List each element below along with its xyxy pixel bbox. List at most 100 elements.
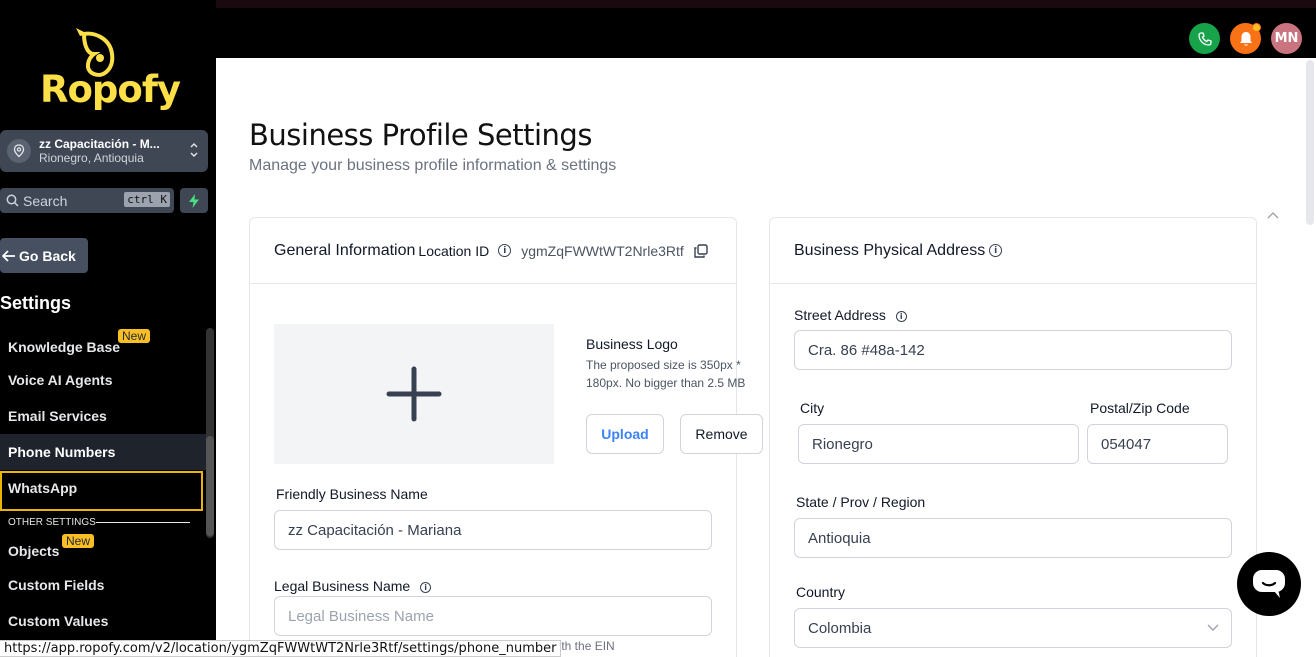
- notification-dot: [1252, 23, 1261, 32]
- sidebar-item-phone-numbers[interactable]: Phone Numbers: [0, 434, 206, 470]
- zip-field[interactable]: [1087, 424, 1228, 464]
- sidebar-item-voice-ai-agents[interactable]: Voice AI Agents: [0, 362, 206, 398]
- country-label: Country: [796, 584, 846, 600]
- search-shortcut: ctrl K: [124, 192, 170, 207]
- lightning-icon: [189, 193, 199, 208]
- street-address-label-text: Street Address: [794, 307, 886, 323]
- other-settings-divider: OTHER SETTINGS: [0, 513, 206, 531]
- chat-icon: [1253, 570, 1285, 598]
- card-header: General Information Location ID i ygmZqF…: [250, 218, 736, 284]
- search-input[interactable]: [23, 192, 133, 209]
- street-address-input[interactable]: [808, 341, 1231, 359]
- main-scrollbar[interactable]: [1306, 60, 1314, 225]
- sidebar-item-custom-values[interactable]: Custom Values: [0, 603, 206, 639]
- location-name: zz Capacitación - M...: [39, 137, 160, 151]
- location-id-value: ygmZqFWWtWT2Nrle3Rtf: [521, 242, 684, 259]
- sidebar-item-label: Custom Values: [8, 613, 109, 629]
- sidebar-item-label: Phone Numbers: [8, 444, 116, 460]
- chevron-up-icon[interactable]: [1267, 211, 1279, 219]
- friendly-name-input[interactable]: [288, 521, 711, 539]
- general-information-card: General Information Location ID i ygmZqF…: [249, 217, 763, 657]
- sidebar: Ropofy zz Capacitación - M... Rionegro, …: [0, 0, 216, 657]
- logo-hint-line: 180px. No bigger than 2.5 MB: [586, 376, 746, 390]
- arrow-left-icon: [2, 249, 15, 262]
- copy-icon[interactable]: [694, 243, 708, 258]
- street-address-field[interactable]: [794, 330, 1232, 370]
- sidebar-item-label: Objects: [8, 543, 60, 559]
- chevron-up-down-icon: [189, 141, 199, 161]
- brand-logo[interactable]: Ropofy: [40, 24, 181, 116]
- info-icon[interactable]: i: [498, 244, 512, 257]
- page-subtitle: Manage your business profile information…: [249, 157, 617, 174]
- search-icon: [6, 194, 19, 207]
- location-switcher[interactable]: zz Capacitación - M... Rionegro, Antioqu…: [0, 130, 208, 172]
- sidebar-item-label: Voice AI Agents: [8, 372, 113, 388]
- go-back-button[interactable]: Go Back: [0, 238, 88, 273]
- street-address-label: Street Address i: [794, 307, 907, 323]
- city-input[interactable]: [812, 435, 1078, 453]
- sidebar-item-email-services[interactable]: Email Services: [0, 398, 206, 434]
- card-title: General Information: [274, 241, 416, 259]
- phone-icon: [1197, 31, 1212, 46]
- sidebar-item-label: WhatsApp: [8, 480, 78, 496]
- remove-button[interactable]: Remove: [680, 414, 763, 454]
- user-avatar[interactable]: MN: [1271, 23, 1302, 54]
- country-select[interactable]: Colombia: [794, 608, 1232, 648]
- zip-input[interactable]: [1101, 435, 1227, 453]
- city-label: City: [800, 400, 825, 416]
- business-logo-title: Business Logo: [586, 336, 678, 352]
- new-badge: New: [118, 329, 151, 343]
- legal-name-label-text: Legal Business Name: [274, 578, 411, 594]
- top-bar: MN: [216, 0, 1316, 58]
- bell-icon: [1239, 31, 1252, 46]
- friendly-name-label: Friendly Business Name: [276, 486, 428, 502]
- search-box[interactable]: ctrl K: [0, 188, 174, 213]
- location-subtitle: Rionegro, Antioquia: [39, 151, 144, 165]
- sidebar-item-label: Email Services: [8, 408, 107, 424]
- state-label: State / Prov / Region: [796, 494, 926, 510]
- upload-button[interactable]: Upload: [586, 414, 664, 454]
- info-icon[interactable]: i: [420, 581, 432, 593]
- country-selected-value: Colombia: [808, 619, 872, 637]
- sidebar-item-label: Custom Fields: [8, 577, 105, 593]
- logo-upload-area[interactable]: [274, 324, 554, 464]
- sidebar-item-knowledge-base[interactable]: Knowledge Base New: [0, 326, 206, 362]
- chat-widget-button[interactable]: [1237, 552, 1301, 616]
- info-icon[interactable]: i: [895, 310, 907, 322]
- go-back-label: Go Back: [19, 247, 76, 264]
- sidebar-scrollbar[interactable]: [206, 328, 214, 538]
- state-field[interactable]: [794, 518, 1232, 558]
- legal-name-field[interactable]: [274, 596, 712, 636]
- new-badge: New: [62, 534, 95, 548]
- sidebar-scrollbar-thumb[interactable]: [206, 436, 214, 536]
- page-title: Business Profile Settings: [249, 118, 592, 152]
- zip-label: Postal/Zip Code: [1090, 400, 1190, 416]
- logo-hint: The proposed size is 350px * 180px. No b…: [586, 356, 745, 392]
- sidebar-item-label: Knowledge Base: [8, 338, 121, 355]
- settings-section-title: Settings: [0, 293, 72, 313]
- sidebar-item-custom-fields[interactable]: Custom Fields: [0, 567, 206, 603]
- main-content: Business Profile Settings Manage your bu…: [216, 58, 1316, 657]
- location-id-label: Location ID: [418, 242, 490, 259]
- state-input[interactable]: [808, 529, 1231, 547]
- legal-name-label: Legal Business Name i: [274, 578, 432, 594]
- location-pin-icon: [7, 139, 31, 163]
- quick-actions-button[interactable]: [180, 188, 208, 213]
- phone-button[interactable]: [1189, 23, 1220, 54]
- chevron-down-icon: [1207, 624, 1219, 631]
- friendly-name-field[interactable]: [274, 510, 712, 550]
- status-bar-url: https://app.ropofy.com/v2/location/ygmZq…: [0, 640, 562, 657]
- info-icon[interactable]: i: [989, 244, 1003, 257]
- settings-nav: Knowledge Base New Voice AI Agents Email…: [0, 326, 206, 639]
- business-address-card: Business Physical Address i Street Addre…: [769, 217, 1257, 657]
- plus-icon: [386, 366, 442, 422]
- notifications-button[interactable]: [1230, 23, 1261, 54]
- sidebar-item-objects[interactable]: Objects New: [0, 531, 206, 567]
- legal-name-input[interactable]: [288, 607, 711, 625]
- brand-name: Ropofy: [40, 68, 181, 111]
- sidebar-item-whatsapp[interactable]: WhatsApp: [0, 471, 203, 511]
- city-field[interactable]: [798, 424, 1079, 464]
- card-header: Business Physical Address i: [770, 218, 1256, 284]
- logo-hint-line: The proposed size is 350px *: [586, 358, 741, 372]
- card-title: Business Physical Address: [794, 241, 986, 259]
